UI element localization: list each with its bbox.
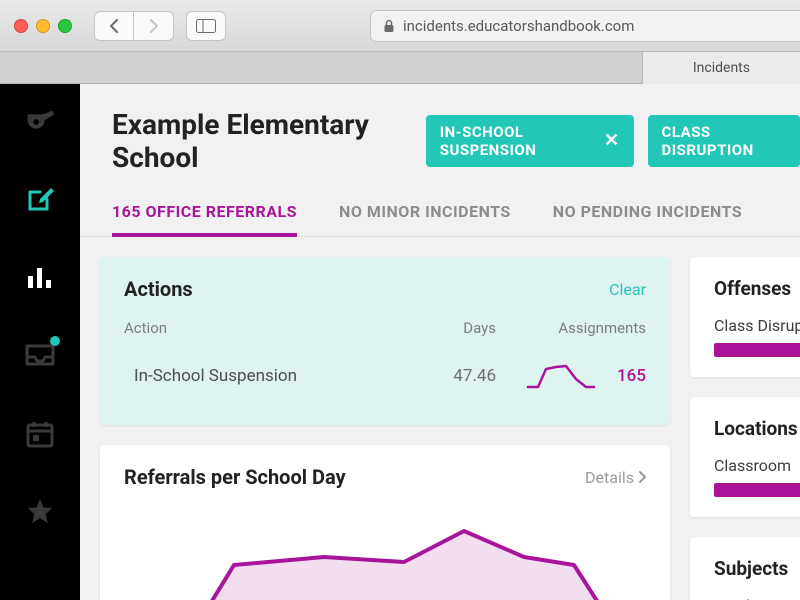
window-controls bbox=[14, 19, 72, 33]
referrals-per-day-card: Referrals per School Day Details bbox=[100, 445, 670, 600]
lock-icon bbox=[383, 19, 395, 33]
action-days: 47.46 bbox=[406, 366, 496, 386]
chevron-right-icon bbox=[638, 471, 646, 483]
back-button[interactable] bbox=[94, 11, 134, 41]
subject-item[interactable]: Reading bbox=[714, 596, 800, 600]
offenses-card: Offenses Class Disruption bbox=[690, 257, 800, 377]
bar-chart-icon[interactable] bbox=[22, 260, 58, 296]
filter-pill-iss[interactable]: IN-SCHOOL SUSPENSION ✕ bbox=[426, 115, 634, 167]
card-title: Locations bbox=[714, 417, 800, 440]
page-header: Example Elementary School IN-SCHOOL SUSP… bbox=[80, 84, 800, 174]
compose-icon[interactable] bbox=[22, 182, 58, 218]
details-button[interactable]: Details bbox=[585, 468, 646, 487]
main-content: Example Elementary School IN-SCHOOL SUSP… bbox=[80, 84, 800, 600]
browser-tab-bar: Incidents bbox=[0, 52, 800, 84]
sidebar bbox=[0, 84, 80, 600]
card-title: Offenses bbox=[714, 277, 800, 300]
calendar-icon[interactable] bbox=[22, 416, 58, 452]
minimize-window-icon[interactable] bbox=[36, 19, 50, 33]
locations-card: Locations Classroom bbox=[690, 397, 800, 517]
whistle-icon[interactable] bbox=[22, 104, 58, 140]
filter-pill-label: CLASS DISRUPTION bbox=[662, 123, 786, 159]
star-icon[interactable] bbox=[22, 494, 58, 530]
tab-pending-incidents[interactable]: NO PENDING INCIDENTS bbox=[553, 202, 742, 236]
actions-card: Actions Clear Action Days Assignments In… bbox=[100, 257, 670, 425]
subjects-card: Subjects Reading bbox=[690, 537, 800, 600]
card-title: Subjects bbox=[714, 557, 800, 580]
location-item[interactable]: Classroom bbox=[714, 456, 800, 475]
card-title: Actions bbox=[124, 277, 193, 301]
clear-button[interactable]: Clear bbox=[609, 280, 646, 299]
url-bar[interactable]: incidents.educatorshandbook.com bbox=[370, 10, 800, 42]
close-icon[interactable]: ✕ bbox=[604, 132, 620, 150]
tab-title: Incidents bbox=[693, 60, 750, 76]
sidebar-toggle-button[interactable] bbox=[186, 11, 226, 41]
close-window-icon[interactable] bbox=[14, 19, 28, 33]
referrals-chart bbox=[124, 507, 646, 600]
col-assignments: Assignments bbox=[496, 319, 646, 337]
report-tabs: 165 OFFICE REFERRALS NO MINOR INCIDENTS … bbox=[80, 174, 800, 237]
col-days: Days bbox=[406, 319, 496, 337]
tab-minor-incidents[interactable]: NO MINOR INCIDENTS bbox=[339, 202, 511, 236]
col-action: Action bbox=[124, 319, 406, 337]
location-bar bbox=[714, 483, 800, 497]
filter-pill-class-disruption[interactable]: CLASS DISRUPTION bbox=[648, 115, 800, 167]
offense-item[interactable]: Class Disruption bbox=[714, 316, 800, 335]
app-root: Example Elementary School IN-SCHOOL SUSP… bbox=[0, 84, 800, 600]
sparkline bbox=[496, 361, 596, 391]
action-count: 165 bbox=[596, 366, 646, 386]
page-title: Example Elementary School bbox=[112, 108, 412, 174]
browser-tab[interactable]: Incidents bbox=[642, 52, 800, 84]
filter-pill-label: IN-SCHOOL SUSPENSION bbox=[440, 123, 594, 159]
notification-dot-icon bbox=[50, 336, 60, 346]
actions-table-header: Action Days Assignments bbox=[124, 319, 646, 347]
panels: Actions Clear Action Days Assignments In… bbox=[80, 237, 800, 600]
table-row[interactable]: In-School Suspension 47.46 165 bbox=[124, 347, 646, 405]
card-title: Referrals per School Day bbox=[124, 465, 346, 489]
offense-bar bbox=[714, 343, 800, 357]
action-name: In-School Suspension bbox=[124, 366, 406, 386]
tab-office-referrals[interactable]: 165 OFFICE REFERRALS bbox=[112, 202, 297, 237]
inbox-icon[interactable] bbox=[22, 338, 58, 374]
fullscreen-window-icon[interactable] bbox=[58, 19, 72, 33]
url-text: incidents.educatorshandbook.com bbox=[403, 17, 634, 35]
browser-toolbar: incidents.educatorshandbook.com bbox=[0, 0, 800, 52]
forward-button[interactable] bbox=[134, 11, 174, 41]
nav-buttons bbox=[94, 11, 174, 41]
